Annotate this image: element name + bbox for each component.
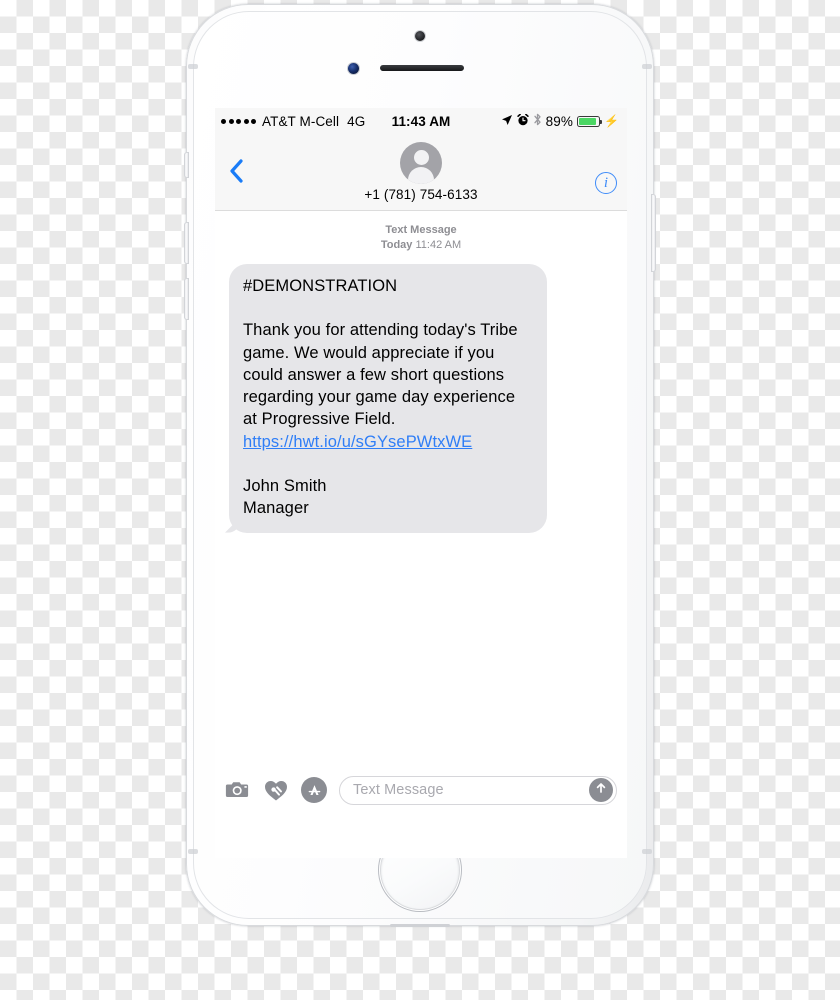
message-input-bar: Text Message [215, 767, 627, 813]
message-type-label: Text Message [385, 224, 457, 236]
contact-phone-number: +1 (781) 754-6133 [364, 187, 478, 202]
avatar-head-icon [413, 150, 429, 165]
battery-icon [576, 115, 603, 127]
app-store-icon[interactable] [301, 777, 327, 803]
status-bar-right: 89% ⚡ [501, 113, 619, 129]
message-time-label: 11:42 AM [415, 239, 462, 251]
volume-down-button[interactable] [184, 278, 189, 320]
volume-up-button[interactable] [184, 222, 189, 264]
message-input-placeholder: Text Message [353, 782, 444, 798]
contact-header[interactable]: +1 (781) 754-6133 [215, 142, 627, 202]
message-signature-title: Manager [243, 499, 309, 518]
iphone-device: AT&T M-Cell 4G 11:43 AM 89% ⚡ +1 (781) 7… [184, 4, 656, 927]
location-arrow-icon [501, 114, 513, 129]
front-camera-icon [348, 63, 359, 74]
earpiece-speaker [380, 65, 464, 71]
send-button[interactable] [589, 778, 613, 802]
avatar-body-icon [408, 167, 434, 184]
message-link[interactable]: https://hwt.io/u/sGYsePWtxWE [243, 433, 472, 451]
antenna-band-top-left [188, 64, 198, 69]
bluetooth-icon [533, 113, 542, 129]
message-bubble[interactable]: #DEMONSTRATION Thank you for attending t… [229, 264, 547, 533]
antenna-band-bottom-left [188, 849, 198, 854]
power-button[interactable] [651, 194, 656, 272]
message-timestamp-header: Text Message Today 11:42 AM [229, 211, 613, 253]
antenna-band-top-right [642, 64, 652, 69]
message-row-incoming: #DEMONSTRATION Thank you for attending t… [229, 264, 613, 533]
message-day-label: Today [380, 239, 413, 251]
message-spacer-2 [243, 453, 533, 475]
alarm-clock-icon [516, 113, 529, 129]
battery-percent-label: 89% [545, 113, 573, 129]
avatar[interactable] [400, 142, 442, 184]
bottom-antenna-notch [390, 924, 450, 927]
message-date-label: Today 11:42 AM [229, 238, 613, 253]
phone-screen: AT&T M-Cell 4G 11:43 AM 89% ⚡ +1 (781) 7… [215, 108, 627, 858]
message-signature-name: John Smith [243, 477, 327, 496]
info-button[interactable]: i [595, 172, 617, 194]
message-text-field[interactable]: Text Message [339, 775, 617, 805]
message-body: Thank you for attending today's Tribe ga… [243, 321, 518, 429]
conversation-thread: Text Message Today 11:42 AM #DEMONSTRATI… [215, 211, 627, 813]
charging-bolt-icon: ⚡ [603, 114, 619, 128]
send-arrow-up-icon [594, 781, 608, 800]
status-bar: AT&T M-Cell 4G 11:43 AM 89% ⚡ [215, 108, 627, 134]
mute-switch[interactable] [184, 152, 189, 178]
antenna-band-bottom-right [642, 849, 652, 854]
message-heading: #DEMONSTRATION [243, 277, 398, 295]
conversation-nav-bar: +1 (781) 754-6133 i [215, 134, 627, 211]
camera-icon[interactable] [225, 777, 251, 803]
proximity-sensor-icon [415, 31, 425, 41]
digital-touch-heart-icon[interactable] [263, 777, 289, 803]
